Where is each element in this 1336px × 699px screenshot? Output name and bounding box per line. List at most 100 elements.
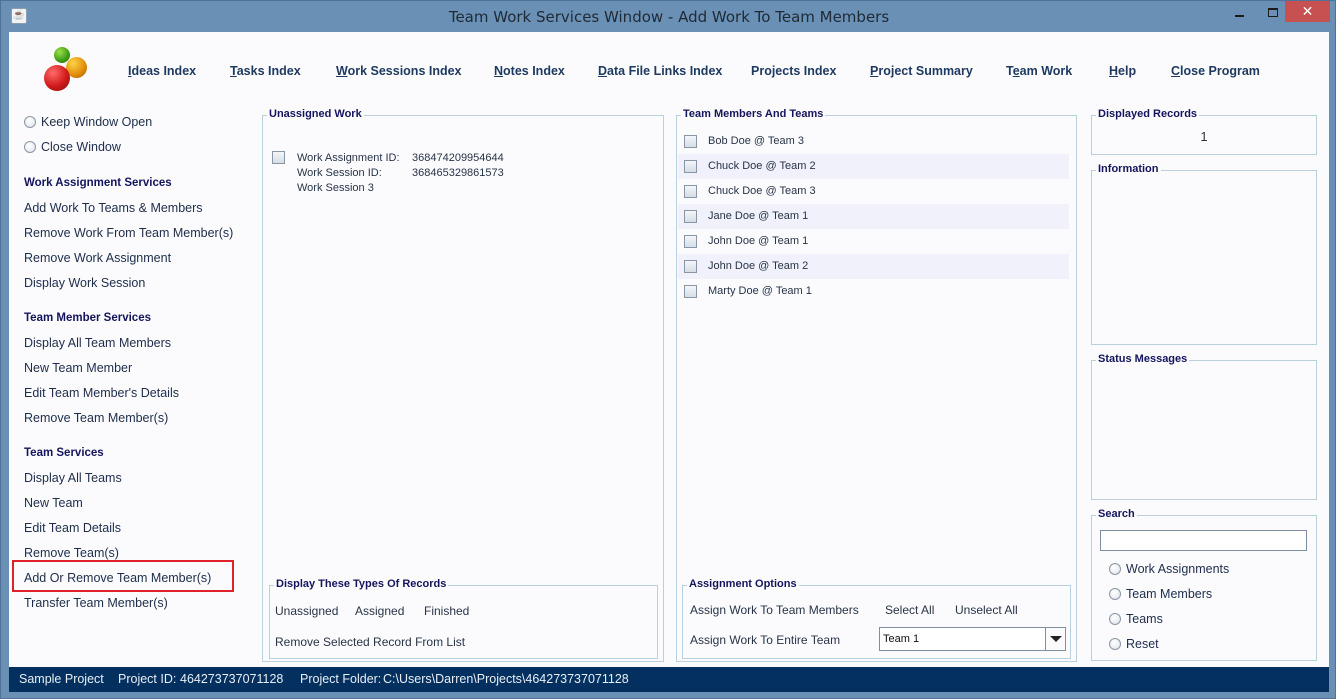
add-work-to-teams-members-link[interactable]: Add Work To Teams & Members (24, 201, 203, 215)
finished-filter-button[interactable]: Finished (424, 604, 469, 618)
member-label: John Doe @ Team 1 (708, 235, 809, 247)
project-folder-value: C:\Users\Darren\Projects\464273737071128 (383, 672, 629, 686)
radio-icon (24, 115, 36, 128)
display-all-team-members-link[interactable]: Display All Team Members (24, 336, 171, 350)
assign-to-members-button[interactable]: Assign Work To Team Members (690, 603, 859, 617)
radio-icon (1109, 612, 1121, 625)
remove-team-members-link[interactable]: Remove Team Member(s) (24, 411, 168, 425)
search-panel: Search Work Assignments Team Members Tea… (1091, 508, 1317, 661)
minimize-icon (1234, 14, 1244, 17)
chevron-down-icon[interactable] (1045, 628, 1065, 650)
member-label: Jane Doe @ Team 1 (708, 210, 809, 222)
window-title: Team Work Services Window - Add Work To … (448, 8, 890, 26)
assign-to-entire-team-button[interactable]: Assign Work To Entire Team (690, 633, 840, 647)
nav-tasks-index[interactable]: Tasks Index (230, 64, 301, 78)
remove-work-from-team-members-link[interactable]: Remove Work From Team Member(s) (24, 226, 233, 240)
status-messages-panel: Status Messages (1091, 353, 1317, 500)
team-services-heading: Team Services (24, 447, 104, 459)
member-checkbox[interactable] (684, 260, 697, 273)
project-id-label: Project ID: (118, 672, 177, 686)
close-window-radio[interactable]: Close Window (24, 140, 121, 154)
remove-teams-link[interactable]: Remove Team(s) (24, 546, 119, 560)
unassigned-work-title: Unassigned Work (267, 108, 364, 120)
unselect-all-button[interactable]: Unselect All (955, 603, 1018, 617)
nav-notes-index[interactable]: Notes Index (494, 64, 565, 78)
team-member-row[interactable]: John Doe @ Team 2 (678, 254, 1069, 279)
search-work-assignments-radio[interactable]: Work Assignments (1109, 562, 1229, 576)
session-id-label: Work Session ID: (297, 167, 382, 179)
select-all-button[interactable]: Select All (885, 603, 934, 617)
display-all-teams-link[interactable]: Display All Teams (24, 471, 122, 485)
member-label: Marty Doe @ Team 1 (708, 285, 812, 297)
team-members-title: Team Members And Teams (681, 108, 826, 120)
assignment-id-label: Work Assignment ID: (297, 152, 400, 164)
unassigned-filter-button[interactable]: Unassigned (275, 604, 338, 618)
project-folder-label: Project Folder: (300, 672, 382, 686)
remove-selected-record-button[interactable]: Remove Selected Record From List (275, 635, 465, 649)
assigned-filter-button[interactable]: Assigned (355, 604, 404, 618)
display-types-title: Display These Types Of Records (274, 578, 449, 590)
mnemonic-letter: I (128, 64, 132, 78)
member-checkbox[interactable] (684, 285, 697, 298)
displayed-records-count: 1 (1200, 129, 1208, 144)
status-bar: Sample Project Project ID: 4642737370711… (9, 667, 1329, 692)
member-checkbox[interactable] (684, 135, 697, 148)
maximize-icon (1268, 8, 1278, 18)
team-member-row[interactable]: Jane Doe @ Team 1 (678, 204, 1069, 229)
member-checkbox[interactable] (684, 210, 697, 223)
member-checkbox[interactable] (684, 235, 697, 248)
highlight-annotation-box (12, 560, 234, 592)
transfer-team-members-link[interactable]: Transfer Team Member(s) (24, 596, 168, 610)
mnemonic-letter: H (1109, 64, 1119, 78)
session-name: Work Session 3 (297, 182, 374, 194)
nav-project-summary[interactable]: Project Summary (870, 64, 973, 78)
new-team-member-link[interactable]: New Team Member (24, 361, 132, 375)
work-assignment-services-heading: Work Assignment Services (24, 177, 172, 189)
team-member-row[interactable]: Marty Doe @ Team 1 (678, 279, 1069, 304)
nav-team-work[interactable]: Team Work (1006, 64, 1072, 78)
radio-icon (1109, 562, 1121, 575)
title-bar[interactable]: ☕ Team Work Services Window - Add Work T… (1, 1, 1336, 32)
team-member-row[interactable]: Chuck Doe @ Team 3 (678, 179, 1069, 204)
display-types-panel: Display These Types Of Records Unassigne… (269, 578, 658, 659)
status-messages-title: Status Messages (1096, 353, 1190, 365)
team-select[interactable]: Team 1 (879, 627, 1066, 651)
search-team-members-radio[interactable]: Team Members (1109, 587, 1212, 601)
nav-work-sessions-index[interactable]: Work Sessions Index (336, 64, 462, 78)
nav-projects-index[interactable]: Projects Index (751, 64, 836, 78)
radio-icon (24, 140, 36, 153)
edit-team-details-link[interactable]: Edit Team Details (24, 521, 121, 535)
nav-ideas-index[interactable]: Ideas Index (128, 64, 196, 78)
edit-team-member-details-link[interactable]: Edit Team Member's Details (24, 386, 179, 400)
search-reset-radio[interactable]: Reset (1109, 637, 1159, 651)
search-input[interactable] (1100, 530, 1307, 551)
team-select-value: Team 1 (883, 633, 920, 645)
member-checkbox[interactable] (684, 160, 697, 173)
minimize-button[interactable] (1225, 1, 1253, 22)
nav-data-file-links-index[interactable]: Data File Links Index (598, 64, 722, 78)
nav-close-program[interactable]: Close Program (1171, 64, 1260, 78)
mnemonic-letter: P (870, 64, 879, 78)
team-member-row[interactable]: John Doe @ Team 1 (678, 229, 1069, 254)
information-panel: Information (1091, 163, 1317, 345)
new-team-link[interactable]: New Team (24, 496, 83, 510)
display-work-session-link[interactable]: Display Work Session (24, 276, 145, 290)
assignment-id-value: 368474209954644 (412, 152, 504, 164)
information-title: Information (1096, 163, 1161, 175)
member-label: Chuck Doe @ Team 3 (708, 185, 816, 197)
team-member-row[interactable]: Bob Doe @ Team 3 (678, 129, 1069, 154)
maximize-button[interactable] (1259, 1, 1287, 22)
team-member-services-heading: Team Member Services (24, 312, 151, 324)
record-checkbox[interactable] (272, 151, 285, 164)
main-nav: Ideas Index Tasks Index Work Sessions In… (9, 64, 1329, 84)
member-label: John Doe @ Team 2 (708, 260, 809, 272)
search-teams-radio[interactable]: Teams (1109, 612, 1163, 626)
keep-window-open-radio[interactable]: Keep Window Open (24, 115, 152, 129)
remove-work-assignment-link[interactable]: Remove Work Assignment (24, 251, 171, 265)
nav-help[interactable]: Help (1109, 64, 1136, 78)
client-area: Ideas Index Tasks Index Work Sessions In… (9, 32, 1329, 692)
member-checkbox[interactable] (684, 185, 697, 198)
team-members-panel: Team Members And Teams Bob Doe @ Team 3 … (676, 108, 1077, 662)
team-member-row[interactable]: Chuck Doe @ Team 2 (678, 154, 1069, 179)
close-button[interactable]: ✕ (1285, 1, 1330, 22)
